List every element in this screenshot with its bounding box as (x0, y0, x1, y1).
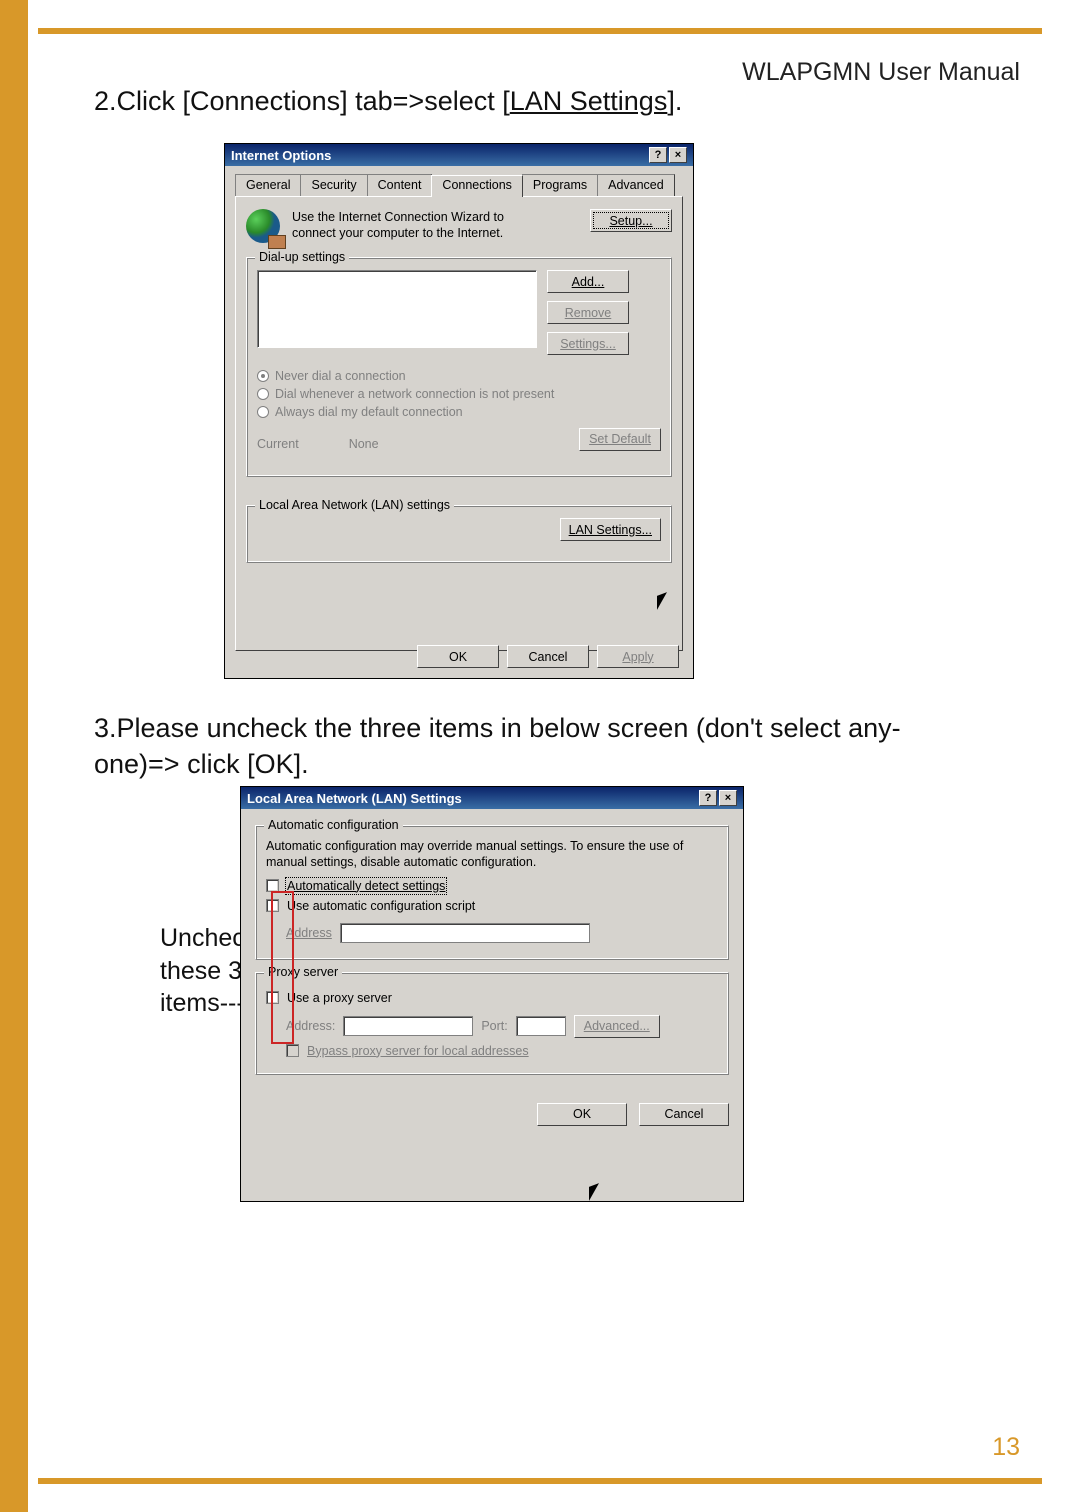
page-top-bar (38, 28, 1042, 34)
lan-settings-button[interactable]: LAN Settings... (560, 518, 661, 541)
red-highlight-box (271, 891, 294, 1044)
current-value: None (349, 437, 379, 451)
set-default-button: Set Default (579, 428, 661, 451)
page-number: 13 (992, 1433, 1020, 1462)
radio-always-dial: Always dial my default connection (257, 405, 661, 419)
radio-never-dial: Never dial a connection (257, 369, 661, 383)
step-number: 2. (94, 86, 117, 116)
dialog-title: Internet Options (231, 148, 331, 163)
cancel-button[interactable]: Cancel (639, 1103, 729, 1126)
tab-connections[interactable]: Connections (431, 175, 523, 197)
instruction-step-3: 3.Please uncheck the three items in belo… (94, 710, 914, 783)
close-icon[interactable]: × (719, 790, 737, 806)
wizard-text-2: connect your computer to the Internet. (292, 225, 578, 241)
apply-button: Apply (597, 645, 679, 668)
tab-advanced[interactable]: Advanced (597, 174, 675, 196)
ok-button[interactable]: OK (537, 1103, 627, 1126)
current-label: Current (257, 437, 299, 451)
advanced-button: Advanced... (574, 1015, 660, 1038)
settings-button: Settings... (547, 332, 629, 355)
lan-legend: Local Area Network (LAN) settings (255, 498, 454, 512)
checkbox-bypass-local: Bypass proxy server for local addresses (286, 1044, 718, 1058)
internet-options-dialog: Internet Options ? × General Security Co… (224, 143, 694, 679)
step-number: 3. (94, 713, 117, 743)
tab-programs[interactable]: Programs (522, 174, 598, 196)
add-button[interactable]: Add... (547, 270, 629, 293)
proxy-port-label: Port: (481, 1019, 507, 1033)
setup-button[interactable]: Setup... (590, 209, 672, 232)
tab-general[interactable]: General (235, 174, 301, 196)
dialog-title: Local Area Network (LAN) Settings (247, 791, 462, 806)
globe-icon (246, 209, 280, 243)
remove-button: Remove (547, 301, 629, 324)
dialup-legend: Dial-up settings (255, 250, 349, 264)
checkbox-auto-detect[interactable]: Automatically detect settings (266, 879, 718, 893)
wizard-text-1: Use the Internet Connection Wizard to (292, 209, 578, 225)
cancel-button[interactable]: Cancel (507, 645, 589, 668)
page-header: WLAPGMN User Manual (742, 58, 1020, 87)
help-icon[interactable]: ? (649, 147, 667, 163)
tab-security[interactable]: Security (300, 174, 367, 196)
close-icon[interactable]: × (669, 147, 687, 163)
tab-content[interactable]: Content (367, 174, 433, 196)
page-left-bar (0, 0, 28, 1512)
tab-strip: General Security Content Connections Pro… (235, 174, 683, 196)
titlebar: Internet Options ? × (225, 144, 693, 166)
dialup-listbox[interactable] (257, 270, 537, 348)
help-icon[interactable]: ? (699, 790, 717, 806)
page-bottom-bar (38, 1478, 1042, 1484)
radio-dial-when-no-net: Dial whenever a network connection is no… (257, 387, 661, 401)
proxy-port-input (516, 1016, 566, 1036)
tab-body: Use the Internet Connection Wizard to co… (235, 196, 683, 651)
instruction-step-2: 2.Click [Connections] tab=>select [LAN S… (94, 86, 682, 117)
checkbox-auto-script[interactable]: Use automatic configuration script (266, 899, 718, 913)
checkbox-use-proxy[interactable]: Use a proxy server (266, 991, 718, 1005)
script-address-input (340, 923, 590, 943)
cursor-icon (589, 1185, 603, 1205)
auto-config-desc: Automatic configuration may override man… (266, 838, 718, 871)
auto-config-legend: Automatic configuration (264, 818, 403, 832)
titlebar: Local Area Network (LAN) Settings ? × (241, 787, 743, 809)
proxy-address-input (343, 1016, 473, 1036)
ok-button[interactable]: OK (417, 645, 499, 668)
lan-settings-dialog: Local Area Network (LAN) Settings ? × Au… (240, 786, 744, 1202)
